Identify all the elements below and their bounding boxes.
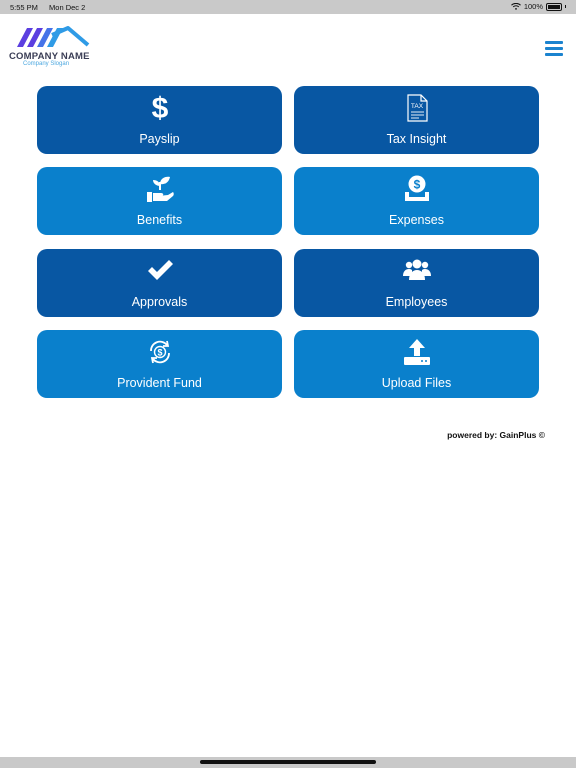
company-slogan: Company Slogan	[23, 61, 70, 67]
status-bar: 5:55 PM Mon Dec 2 100%	[0, 0, 576, 14]
tile-label: Provident Fund	[117, 376, 202, 390]
status-date: Mon Dec 2	[49, 3, 86, 12]
wifi-icon	[510, 3, 521, 10]
upload-icon	[403, 339, 430, 365]
svg-text:$: $	[157, 348, 162, 358]
status-time: 5:55 PM	[10, 3, 38, 12]
money-tray-icon: $	[404, 175, 429, 201]
tile-provident-fund[interactable]: $ Provident Fund	[37, 330, 282, 398]
hand-plant-icon	[146, 176, 174, 202]
tile-label: Expenses	[389, 213, 444, 227]
menu-button[interactable]	[545, 41, 563, 56]
tax-document-icon: TAX	[406, 94, 428, 122]
svg-text:TAX: TAX	[410, 103, 423, 110]
tile-approvals[interactable]: Approvals	[37, 249, 282, 317]
tile-label: Tax Insight	[386, 132, 447, 146]
tile-label: Benefits	[136, 213, 183, 227]
tile-label: Upload Files	[381, 376, 452, 390]
users-icon	[402, 259, 431, 280]
dollar-icon: $	[151, 93, 168, 123]
checkmark-icon	[147, 260, 173, 280]
battery-percent: 100%	[523, 2, 543, 11]
svg-text:$: $	[151, 93, 168, 123]
tile-upload-files[interactable]: Upload Files	[294, 330, 539, 398]
tile-label: Employees	[385, 295, 448, 309]
hamburger-icon	[545, 41, 563, 44]
battery-icon	[546, 2, 562, 11]
tile-tax-insight[interactable]: TAX Tax Insight	[294, 86, 539, 154]
tile-employees[interactable]: Employees	[294, 249, 539, 317]
powered-by: powered by: GainPlus ©	[447, 430, 545, 440]
tile-expenses[interactable]: $ Expenses	[294, 167, 539, 235]
tile-label: Payslip	[139, 132, 180, 146]
dollar-cycle-icon: $	[149, 340, 170, 364]
tile-label: Approvals	[131, 295, 188, 309]
svg-text:$: $	[413, 178, 420, 192]
tile-payslip[interactable]: $ Payslip	[37, 86, 282, 154]
home-indicator[interactable]	[200, 760, 376, 764]
tile-benefits[interactable]: Benefits	[37, 167, 282, 235]
